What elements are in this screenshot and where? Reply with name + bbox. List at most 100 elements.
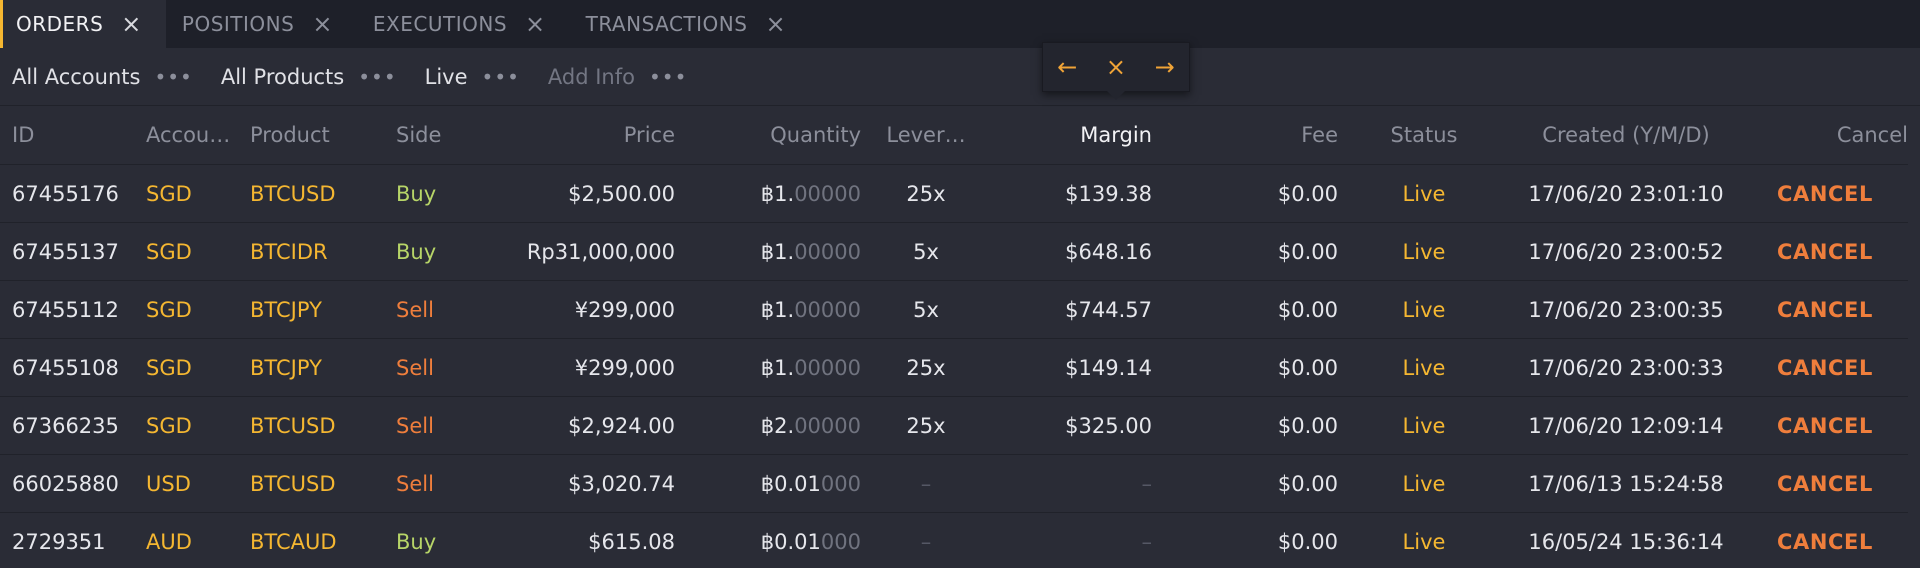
col-header-price[interactable]: Price <box>492 106 675 165</box>
created-timestamp: 16/05/24 15:36:14 <box>1510 512 1742 568</box>
col-header-margin[interactable]: Margin <box>991 106 1152 165</box>
status-badge: Live <box>1338 454 1510 513</box>
order-side: Buy <box>396 164 492 223</box>
cancel-cell: CANCEL <box>1742 280 1908 339</box>
col-header-status[interactable]: Status <box>1338 106 1510 165</box>
close-icon[interactable]: × <box>312 12 333 36</box>
product-name[interactable]: BTCUSD <box>250 454 396 513</box>
tab-orders[interactable]: ORDERS × <box>0 0 166 48</box>
account-currency: SGD <box>146 396 250 455</box>
close-icon[interactable]: × <box>121 12 142 36</box>
order-margin: $744.57 <box>991 280 1152 339</box>
product-name[interactable]: BTCUSD <box>250 396 396 455</box>
order-price: $2,924.00 <box>492 396 675 455</box>
account-currency: SGD <box>146 222 250 281</box>
order-id: 67455137 <box>0 222 146 281</box>
col-header-id[interactable]: ID <box>0 106 146 165</box>
account-currency: SGD <box>146 280 250 339</box>
order-price: $615.08 <box>492 512 675 568</box>
order-side: Sell <box>396 454 492 513</box>
order-side: Buy <box>396 512 492 568</box>
col-header-cancel[interactable]: Cancel <box>1742 106 1908 165</box>
cancel-order-button[interactable]: CANCEL <box>1777 240 1873 264</box>
filter-add-info[interactable]: Add Info ••• <box>548 65 687 89</box>
order-quantity: ฿1.00000 <box>675 222 861 281</box>
table-row[interactable]: 67455112 SGD BTCJPY Sell ¥299,000 ฿1.00000 5x $… <box>0 280 1908 339</box>
order-quantity: ฿0.01000 <box>675 512 861 568</box>
table-row[interactable]: 66025880 USD BTCUSD Sell $3,020.74 ฿0.01000– –… <box>0 454 1908 513</box>
quantity-trailing-zeros: 00000 <box>794 413 861 438</box>
col-header-account[interactable]: Accou… <box>146 106 250 165</box>
order-fee: $0.00 <box>1152 164 1338 223</box>
more-icon[interactable]: ••• <box>649 65 687 89</box>
status-badge: Live <box>1338 512 1510 568</box>
product-name[interactable]: BTCIDR <box>250 222 396 281</box>
created-timestamp: 17/06/20 23:01:10 <box>1510 164 1742 223</box>
cancel-order-button[interactable]: CANCEL <box>1777 472 1873 496</box>
close-icon[interactable]: × <box>765 12 786 36</box>
cancel-cell: CANCEL <box>1742 222 1908 281</box>
order-leverage: 5x <box>861 222 991 281</box>
order-margin: – <box>991 512 1152 568</box>
col-header-product[interactable]: Product <box>250 106 396 165</box>
close-icon[interactable]: × <box>1106 53 1126 81</box>
table-row[interactable]: 67455108 SGD BTCJPY Sell ¥299,000 ฿1.00000 25x… <box>0 338 1908 397</box>
cancel-order-button[interactable]: CANCEL <box>1777 530 1873 554</box>
col-header-created[interactable]: Created (Y/M/D) <box>1510 106 1742 165</box>
filter-products[interactable]: All Products ••• <box>221 65 397 89</box>
order-leverage: – <box>861 454 991 513</box>
orders-panel: ORDERS × POSITIONS × EXECUTIONS × TRANSA… <box>0 0 1920 568</box>
col-header-quantity[interactable]: Quantity <box>675 106 861 165</box>
col-header-leverage[interactable]: Lever… <box>861 106 991 165</box>
table-row[interactable]: 2729351 AUD BTCAUD Buy $615.08 ฿0.01000– – $0.0… <box>0 512 1908 568</box>
filter-add-info-label: Add Info <box>547 64 635 89</box>
cancel-order-button[interactable]: CANCEL <box>1777 182 1873 206</box>
cancel-cell: CANCEL <box>1742 338 1908 397</box>
product-name[interactable]: BTCJPY <box>250 338 396 397</box>
cancel-order-button[interactable]: CANCEL <box>1777 414 1873 438</box>
order-id: 2729351 <box>0 512 146 568</box>
order-price: $3,020.74 <box>492 454 675 513</box>
tab-positions[interactable]: POSITIONS × <box>166 0 357 48</box>
status-badge: Live <box>1338 222 1510 281</box>
order-margin: – <box>991 454 1152 513</box>
arrow-right-icon[interactable]: → <box>1155 53 1175 81</box>
quantity-value: ฿2. <box>760 413 795 438</box>
col-header-fee[interactable]: Fee <box>1152 106 1338 165</box>
quantity-trailing-zeros: 00000 <box>794 239 861 264</box>
table-row[interactable]: 67366235 SGD BTCUSD Sell $2,924.00 ฿2.00000 25… <box>0 396 1908 455</box>
table-row[interactable]: 67455176 SGD BTCUSD Buy $2,500.00 ฿1.00000 25x… <box>0 164 1908 223</box>
close-icon[interactable]: × <box>525 12 546 36</box>
order-side: Sell <box>396 338 492 397</box>
order-leverage: – <box>861 512 991 568</box>
tab-transactions[interactable]: TRANSACTIONS × <box>570 0 810 48</box>
order-fee: $0.00 <box>1152 338 1338 397</box>
filter-status[interactable]: Live ••• <box>425 65 520 89</box>
account-currency: USD <box>146 454 250 513</box>
cancel-order-button[interactable]: CANCEL <box>1777 298 1873 322</box>
filter-accounts[interactable]: All Accounts ••• <box>12 65 193 89</box>
more-icon[interactable]: ••• <box>482 65 520 89</box>
arrow-left-icon[interactable]: ← <box>1057 53 1077 81</box>
order-price: $2,500.00 <box>492 164 675 223</box>
quantity-trailing-zeros: 00000 <box>794 181 861 206</box>
product-name[interactable]: BTCUSD <box>250 164 396 223</box>
product-name[interactable]: BTCJPY <box>250 280 396 339</box>
order-quantity: ฿0.01000 <box>675 454 861 513</box>
tab-transactions-label: TRANSACTIONS <box>585 12 748 36</box>
quantity-value: ฿1. <box>760 355 795 380</box>
quantity-value: ฿1. <box>760 181 795 206</box>
product-name[interactable]: BTCAUD <box>250 512 396 568</box>
col-header-side[interactable]: Side <box>396 106 492 165</box>
table-row[interactable]: 67455137 SGD BTCIDR Buy Rp31,000,000 ฿1.00000… <box>0 222 1908 281</box>
column-nav-popup: ← × → <box>1042 42 1190 100</box>
order-id: 67455112 <box>0 280 146 339</box>
tab-executions-label: EXECUTIONS <box>372 12 508 36</box>
status-badge: Live <box>1338 338 1510 397</box>
order-price: ¥299,000 <box>492 338 675 397</box>
more-icon[interactable]: ••• <box>358 65 396 89</box>
cancel-order-button[interactable]: CANCEL <box>1777 356 1873 380</box>
more-icon[interactable]: ••• <box>154 65 192 89</box>
tab-executions[interactable]: EXECUTIONS × <box>357 0 570 48</box>
order-quantity: ฿1.00000 <box>675 164 861 223</box>
